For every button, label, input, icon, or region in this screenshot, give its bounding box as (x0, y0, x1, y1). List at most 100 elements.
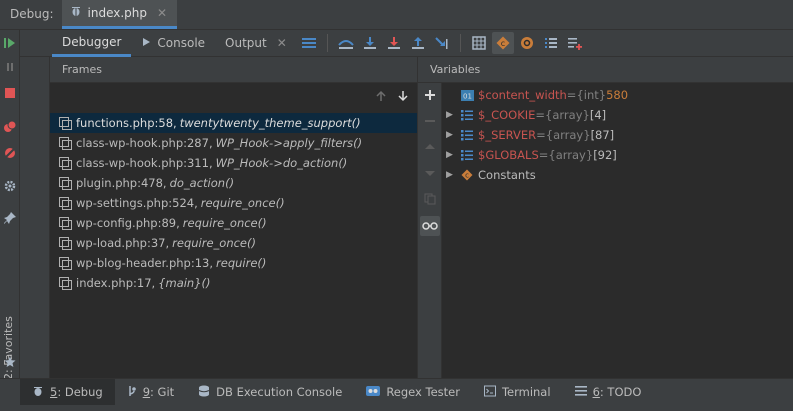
move-up-icon[interactable] (422, 139, 438, 155)
tool-tab-todo-num: 6 (592, 385, 600, 399)
todo-list-icon (574, 385, 587, 400)
run-to-cursor-icon[interactable] (431, 32, 453, 54)
frame-file: wp-config.php:89, (76, 216, 180, 230)
frame-row[interactable]: wp-settings.php:524, require_once() (50, 193, 417, 213)
svg-text:01: 01 (463, 92, 472, 100)
step-into-icon[interactable] (383, 32, 405, 54)
close-icon[interactable]: ✕ (157, 6, 167, 20)
resume-icon[interactable] (3, 36, 17, 50)
list-icon[interactable] (540, 32, 562, 54)
debug-panel-tabs: Debugger Console Output ✕ c (20, 30, 793, 57)
variable-value: 580 (606, 88, 629, 102)
frame-row[interactable]: class-wp-hook.php:311, WP_Hook->do_action… (50, 153, 417, 173)
variable-row[interactable]: ▶ $GLOBALS = {array} [92] (446, 145, 628, 165)
tool-tab-todo-label: : TODO (599, 385, 642, 399)
console-icon (141, 36, 151, 50)
expand-arrow-icon[interactable]: ▶ (446, 110, 460, 120)
expand-arrow-icon[interactable]: ▶ (446, 170, 460, 180)
php-function-icon[interactable] (516, 32, 538, 54)
glasses-icon[interactable] (420, 216, 440, 236)
mute-breakpoints-icon[interactable] (3, 146, 17, 160)
variable-type: {array} (545, 108, 590, 122)
pin-icon[interactable] (3, 211, 17, 225)
variable-row[interactable]: 01 $content_width = {int} 580 (446, 85, 628, 105)
variable-name: $_COOKIE (478, 108, 536, 122)
variable-eq: = (566, 88, 577, 102)
frame-row[interactable]: class-wp-hook.php:287, WP_Hook->apply_fil… (50, 133, 417, 153)
variable-value: [4] (589, 108, 607, 122)
evaluate-expression-icon[interactable] (468, 32, 490, 54)
debug-session-tab[interactable]: index.php ✕ (61, 0, 178, 29)
add-watch-list-icon[interactable] (564, 32, 586, 54)
variable-value: [87] (590, 128, 615, 142)
frame-icon (58, 136, 72, 150)
separator (459, 34, 461, 52)
variable-row[interactable]: ▶ $_COOKIE = {array} [4] (446, 105, 628, 125)
frame-row[interactable]: plugin.php:478, do_action() (50, 173, 417, 193)
layout-menu-icon[interactable] (298, 32, 320, 54)
frame-row[interactable]: index.php:17, {main}() (50, 273, 417, 293)
tab-console-label: Console (157, 36, 206, 50)
variables-tree: 01 $content_width = {int} 580 ▶ $_COOKIE… (446, 85, 628, 185)
tool-tab-debug-label: : Debug (57, 385, 103, 399)
tool-tab-db-execution-console[interactable]: DB Execution Console (186, 379, 354, 406)
plus-icon[interactable] (422, 87, 438, 103)
variable-value: [92] (593, 148, 617, 162)
variables-header: Variables (418, 57, 793, 83)
tool-tab-regex-tester[interactable]: Regex Tester (354, 379, 472, 406)
arrow-down-icon[interactable] (397, 90, 409, 105)
frame-function: twentytwenty_theme_support() (179, 116, 361, 130)
php-class-icon[interactable]: c (491, 32, 514, 54)
tool-tab-todo[interactable]: 6: TODO (563, 379, 654, 406)
stop-icon[interactable] (3, 86, 17, 100)
frame-function: {main}() (158, 276, 211, 290)
show-execution-point-icon[interactable] (335, 32, 357, 54)
view-breakpoints-icon[interactable] (3, 120, 17, 134)
frame-icon (58, 116, 72, 130)
step-over-icon[interactable] (359, 32, 381, 54)
frame-file: wp-blog-header.php:13, (76, 256, 214, 270)
variable-eq: = (538, 148, 549, 162)
expand-arrow-icon[interactable]: ▶ (446, 150, 460, 160)
pause-icon[interactable] (3, 60, 17, 74)
tab-debugger-label: Debugger (62, 34, 122, 49)
variable-name: $_SERVER (478, 128, 537, 142)
frames-list: functions.php:58, twentytwenty_theme_supp… (50, 111, 417, 293)
variable-type: {int} (576, 88, 607, 102)
tool-tab-terminal[interactable]: Terminal (472, 379, 563, 406)
frame-row[interactable]: wp-config.php:89, require_once() (50, 213, 417, 233)
move-down-icon[interactable] (422, 165, 438, 181)
star-icon[interactable] (3, 355, 17, 369)
step-out-icon[interactable] (407, 32, 429, 54)
frame-file: index.php:17, (76, 276, 156, 290)
frame-function: do_action() (169, 176, 235, 190)
frame-file: functions.php:58, (76, 116, 177, 130)
variable-row-constants[interactable]: ▶ c Constants (446, 165, 628, 185)
tab-console[interactable]: Console (131, 30, 215, 57)
tool-tab-git[interactable]: 9: Git (115, 379, 186, 406)
tab-output[interactable]: Output ✕ (215, 30, 297, 57)
frame-icon (58, 256, 72, 270)
frame-function: require_once() (172, 236, 256, 250)
frame-function: WP_Hook->do_action() (215, 156, 348, 170)
expand-arrow-icon[interactable]: ▶ (446, 130, 460, 140)
variable-eq: = (536, 128, 546, 142)
frame-function: require() (216, 256, 267, 270)
tool-tab-db-label: DB Execution Console (216, 385, 343, 399)
frame-row[interactable]: wp-blog-header.php:13, require() (50, 253, 417, 273)
close-icon[interactable]: ✕ (277, 36, 287, 50)
tool-tab-debug[interactable]: 5: Debug (20, 378, 115, 406)
gear-icon[interactable] (3, 179, 17, 193)
variable-row[interactable]: ▶ $_SERVER = {array} [87] (446, 125, 628, 145)
copy-icon[interactable] (422, 191, 438, 207)
minus-icon[interactable] (422, 113, 438, 129)
variable-name: $GLOBALS (478, 148, 539, 162)
frame-row[interactable]: wp-load.php:37, require_once() (50, 233, 417, 253)
tab-debugger[interactable]: Debugger (52, 30, 132, 57)
frames-panel: Frames functions.php:58, twentytwenty_the… (50, 57, 418, 378)
frame-row[interactable]: functions.php:58, twentytwenty_theme_supp… (50, 113, 417, 133)
arrow-up-icon[interactable] (375, 90, 387, 105)
status-bar (0, 405, 793, 411)
frame-icon (58, 176, 72, 190)
separator (326, 34, 328, 52)
